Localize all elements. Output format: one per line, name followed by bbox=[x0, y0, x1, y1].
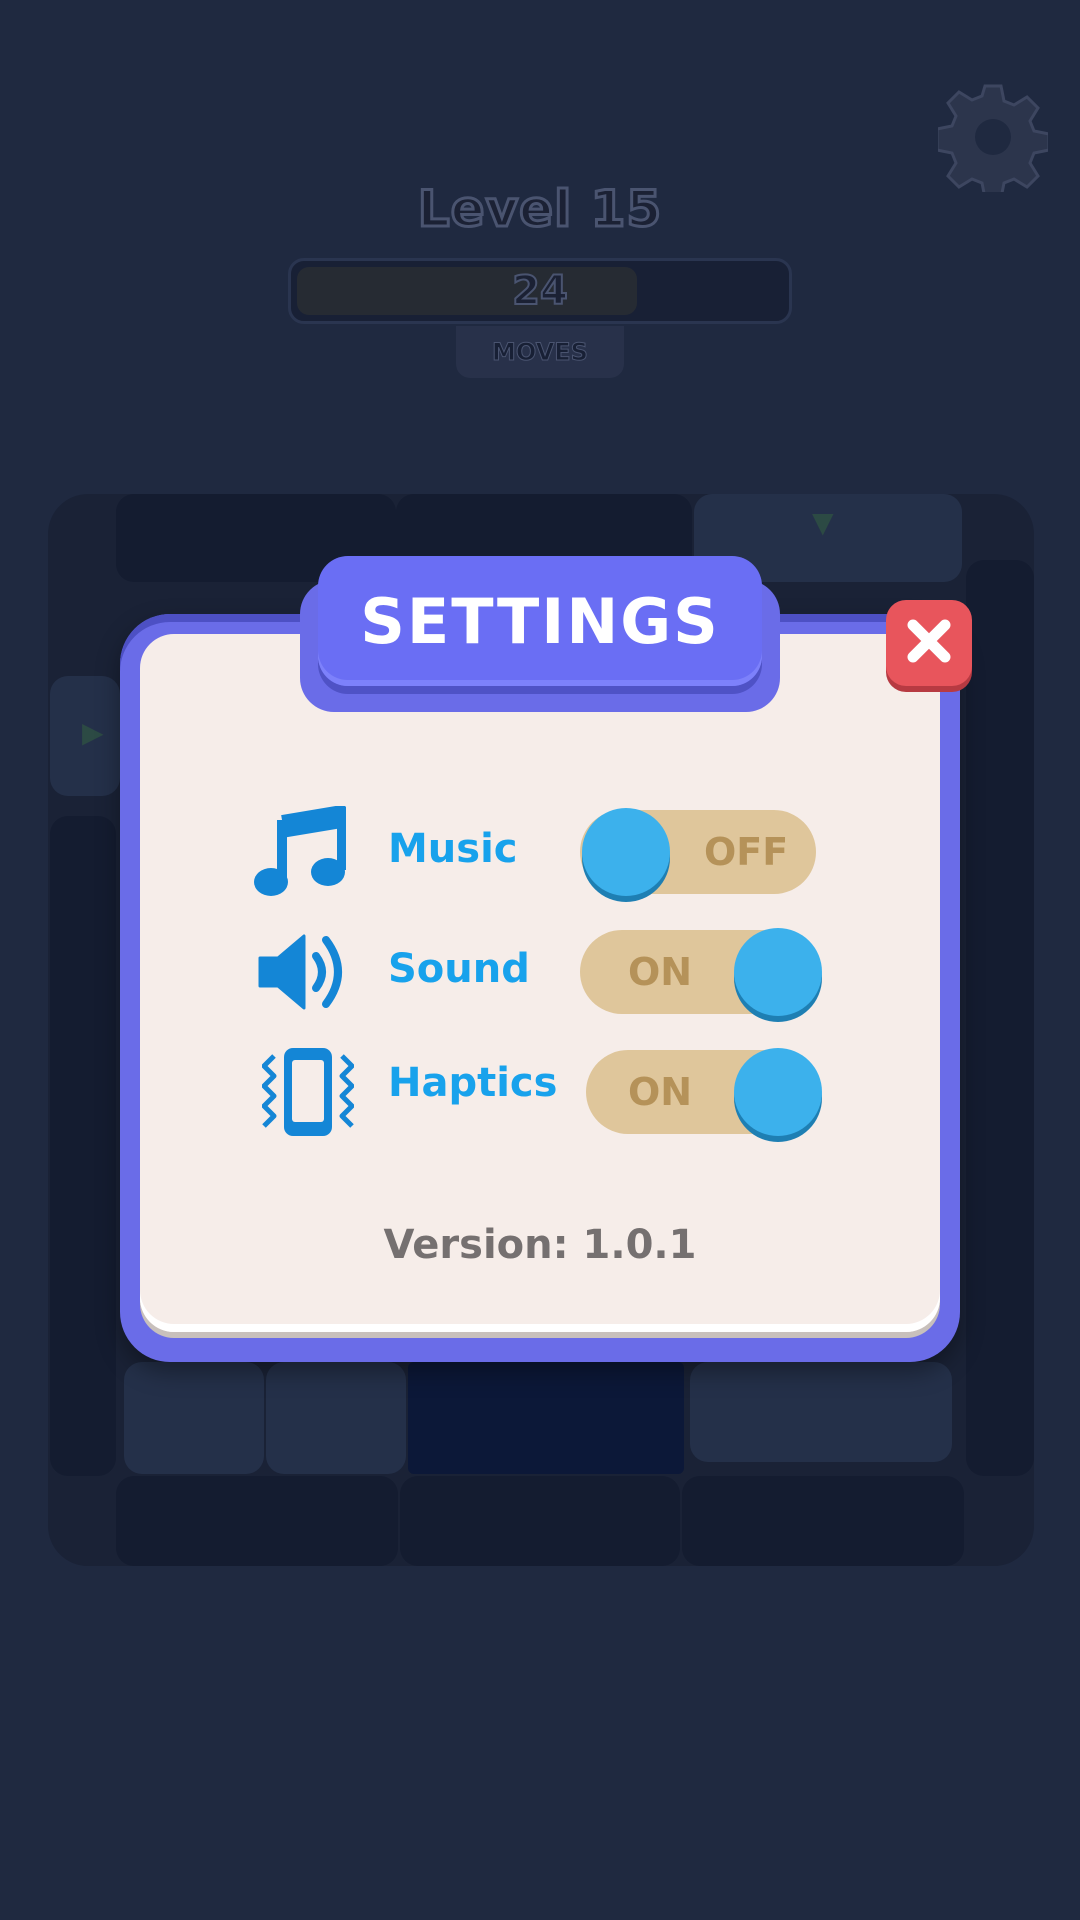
board-tile bbox=[266, 1362, 406, 1474]
sound-toggle-state: ON bbox=[628, 950, 693, 994]
moves-progress-bar: 24 bbox=[288, 258, 792, 324]
level-title: Level 15 bbox=[416, 179, 663, 240]
board-tile bbox=[966, 560, 1034, 1476]
arrow-right-icon: ▶ bbox=[82, 716, 104, 749]
board-tile bbox=[116, 1476, 398, 1566]
moves-label: MOVES bbox=[492, 338, 589, 367]
music-note-icon bbox=[254, 805, 347, 902]
title-banner: SETTINGS bbox=[318, 556, 762, 686]
board-tile bbox=[50, 816, 116, 1476]
gear-icon[interactable] bbox=[935, 82, 1051, 200]
board-tile bbox=[682, 1476, 964, 1566]
sound-toggle-knob[interactable] bbox=[734, 928, 822, 1016]
music-toggle-state: OFF bbox=[704, 830, 789, 874]
vibration-phone-icon bbox=[261, 1044, 355, 1144]
music-toggle-knob[interactable] bbox=[582, 808, 670, 896]
close-button[interactable] bbox=[886, 600, 972, 686]
version-text: Version: 1.0.1 bbox=[383, 1222, 697, 1268]
sound-label: Sound bbox=[388, 946, 530, 992]
board-tile bbox=[690, 1362, 952, 1462]
music-label: Music bbox=[388, 826, 518, 872]
board-tile bbox=[124, 1362, 264, 1474]
close-icon bbox=[903, 615, 955, 671]
haptics-toggle-knob[interactable] bbox=[734, 1048, 822, 1136]
arrow-down-icon: ▼ bbox=[812, 506, 834, 539]
dialog-title: SETTINGS bbox=[360, 584, 720, 658]
speaker-icon bbox=[258, 930, 350, 1018]
haptics-toggle-state: ON bbox=[628, 1070, 693, 1114]
moves-tab: MOVES bbox=[456, 326, 624, 378]
board-tile bbox=[408, 1362, 684, 1474]
moves-count: 24 bbox=[511, 267, 569, 315]
haptics-label: Haptics bbox=[388, 1060, 558, 1106]
board-tile bbox=[400, 1476, 680, 1566]
